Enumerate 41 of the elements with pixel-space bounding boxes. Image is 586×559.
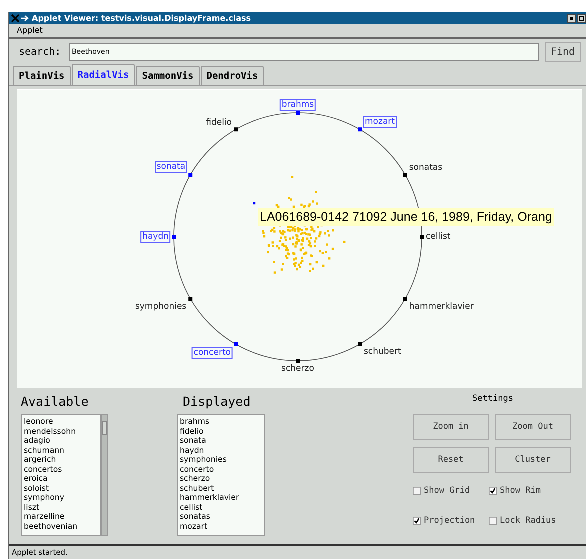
anchor-label[interactable]: hammerklavier — [408, 302, 475, 312]
checkbox-option[interactable]: Projection — [413, 516, 489, 526]
anchor-label[interactable]: cellist — [425, 232, 452, 242]
anchor-label[interactable]: sonata — [154, 161, 188, 173]
anchor-label[interactable]: brahms — [280, 99, 316, 111]
maximize-button[interactable] — [577, 14, 586, 22]
anchor-label[interactable]: mozart — [363, 116, 397, 128]
list-title: Available — [21, 394, 90, 411]
checkbox-option[interactable]: Lock Radius — [489, 516, 573, 526]
tab[interactable]: PlainVis — [13, 66, 71, 85]
checkbox[interactable] — [489, 487, 497, 495]
window-title: Applet Viewer: testvis.visual.DisplayFrame.class — [32, 14, 252, 22]
checkbox[interactable] — [489, 517, 497, 525]
anchor-label[interactable]: concerto — [192, 347, 233, 360]
settings-button[interactable]: Cluster — [495, 447, 571, 473]
list-title: Displayed — [182, 394, 252, 411]
tab[interactable]: DendroVis — [200, 66, 264, 85]
tab[interactable]: RadialVis — [72, 64, 136, 85]
minimize-button[interactable] — [567, 14, 576, 22]
checkbox-option[interactable]: Show Grid — [413, 486, 489, 496]
scrollbar[interactable] — [101, 414, 108, 536]
menu-item[interactable]: Applet — [17, 26, 43, 35]
settings-button[interactable]: Zoom in — [413, 414, 489, 440]
checkbox[interactable] — [413, 487, 421, 495]
checkbox[interactable] — [413, 517, 421, 525]
tooltip: LA061689-0142 71092 June 16, 1989, Friday, Orang — [258, 208, 554, 226]
highlighted-point — [253, 202, 256, 205]
settings-button[interactable]: Reset — [413, 447, 489, 473]
checkbox-option[interactable]: Show Rim — [489, 486, 573, 496]
anchor-label[interactable]: schubert — [363, 347, 402, 358]
anchor-label[interactable]: scherzo — [280, 364, 316, 374]
find-button[interactable]: Find — [545, 42, 581, 62]
x-logo-icon — [11, 14, 29, 22]
settings-title: Settings — [472, 394, 514, 406]
anchor-label[interactable]: fidelio — [205, 118, 233, 128]
anchor-label[interactable]: haydn — [140, 231, 171, 243]
anchor-label[interactable]: symphonies — [134, 302, 188, 312]
settings-button[interactable]: Zoom Out — [495, 414, 571, 440]
anchor-label[interactable]: sonatas — [408, 163, 444, 173]
search-label: search: — [19, 46, 62, 58]
tab[interactable]: SammonVis — [136, 66, 200, 85]
